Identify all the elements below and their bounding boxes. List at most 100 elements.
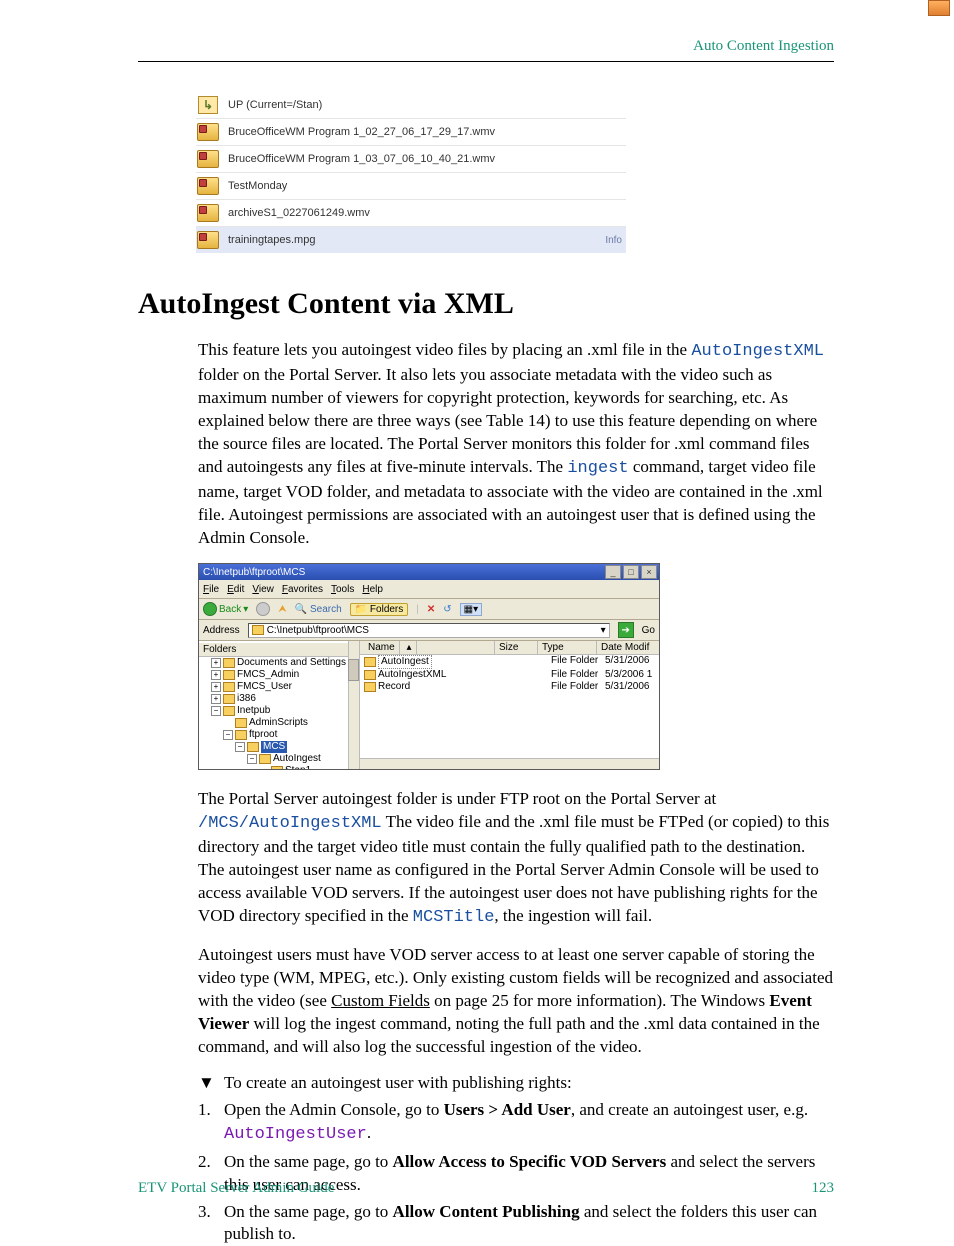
folder-icon	[223, 682, 235, 692]
folder-tree[interactable]: Folders× +Documents and Settings+FMCS_Ad…	[199, 641, 360, 769]
menu-view[interactable]: View	[252, 584, 274, 595]
col-name[interactable]: Name ▴	[360, 641, 495, 654]
back-icon	[203, 602, 217, 616]
tree-node[interactable]: Stan1	[259, 765, 359, 769]
tree-label: i386	[237, 693, 256, 705]
expand-icon[interactable]: −	[235, 742, 245, 752]
footer-page-number: 123	[812, 1180, 835, 1197]
expand-icon[interactable]: −	[211, 706, 221, 716]
list-item[interactable]: BruceOfficeWM Program 1_02_27_06_17_29_1…	[196, 119, 626, 146]
file-row[interactable]: AutoIngestXMLFile Folder5/3/2006 1	[360, 669, 659, 681]
expand-icon[interactable]: −	[247, 754, 257, 764]
folder-icon	[223, 658, 235, 668]
col-date[interactable]: Date Modif	[597, 641, 659, 654]
folder-icon	[196, 121, 220, 143]
expand-icon[interactable]: −	[223, 730, 233, 740]
code-autoingestxml: AutoIngestXML	[691, 342, 824, 361]
explorer-title: C:\Inetpub\ftproot\MCS	[203, 567, 305, 578]
file-name: AutoIngestXML	[364, 669, 517, 681]
tree-node[interactable]: −AutoIngest	[247, 753, 359, 765]
list-item[interactable]: trainingtapes.mpgInfo	[196, 227, 626, 253]
code-ingest: ingest	[567, 459, 628, 478]
tree-node[interactable]: AdminScripts	[223, 717, 359, 729]
expand-icon[interactable]: +	[211, 658, 221, 668]
tree-node[interactable]: +FMCS_Admin	[211, 669, 359, 681]
folder-icon	[223, 694, 235, 704]
file-size	[517, 655, 551, 669]
list-item[interactable]: BruceOfficeWM Program 1_03_07_06_10_40_2…	[196, 146, 626, 173]
tree-title: Folders	[203, 644, 236, 655]
max-button-icon[interactable]: □	[623, 565, 639, 579]
tree-node[interactable]: −ftproot	[223, 729, 359, 741]
file-size	[517, 681, 551, 693]
back-button[interactable]: Back ▾	[203, 602, 248, 616]
tree-node[interactable]: + i386	[211, 693, 359, 705]
menu-help[interactable]: Help	[362, 584, 383, 595]
menu-edit[interactable]: Edit	[227, 584, 244, 595]
tree-label: FMCS_User	[237, 681, 292, 693]
folder-icon	[196, 148, 220, 170]
views-icon[interactable]: ▦▾	[460, 603, 482, 616]
chevron-down-icon[interactable]: ▾	[601, 625, 606, 636]
step-text: Open the Admin Console, go to Users > Ad…	[224, 1099, 834, 1147]
list-item[interactable]: TestMonday	[196, 173, 626, 200]
file-row[interactable]: RecordFile Folder5/31/2006	[360, 681, 659, 693]
tree-node[interactable]: + FMCS_User	[211, 681, 359, 693]
tree-node[interactable]: +Documents and Settings	[211, 657, 359, 669]
section-heading: AutoIngest Content via XML	[138, 287, 834, 321]
address-input[interactable]: C:\Inetpub\ftproot\MCS ▾	[248, 623, 610, 638]
step-number: 3.	[198, 1201, 224, 1246]
search-button[interactable]: 🔍 Search	[295, 604, 342, 615]
scrollbar[interactable]	[348, 641, 359, 769]
col-size[interactable]: Size	[495, 641, 538, 654]
folder-icon	[235, 730, 247, 740]
explorer-addressbar[interactable]: Address C:\Inetpub\ftproot\MCS ▾ ➔ Go	[199, 620, 659, 641]
tree-label: Stan1	[285, 765, 311, 769]
delete-icon[interactable]: ✕	[427, 604, 435, 615]
folder-icon	[364, 657, 376, 667]
menu-file[interactable]: File	[203, 584, 219, 595]
folder-icon	[364, 670, 376, 680]
code-mcstitle: MCSTitle	[413, 908, 495, 927]
explorer-menubar[interactable]: File Edit View Favorites Tools Help	[199, 580, 659, 599]
undo-icon[interactable]: ↺	[443, 604, 451, 615]
file-size	[517, 669, 551, 681]
col-type[interactable]: Type	[538, 641, 597, 654]
forward-icon[interactable]	[256, 602, 270, 616]
header-rule	[138, 61, 834, 62]
column-headers[interactable]: Name ▴ Size Type Date Modif	[360, 641, 659, 655]
menu-favorites[interactable]: Favorites	[282, 584, 323, 595]
toolbar-sep: |	[416, 604, 419, 615]
step-text: On the same page, go to Allow Content Pu…	[224, 1201, 834, 1246]
explorer-toolbar[interactable]: Back ▾ ⮝ 🔍 Search 📁 Folders | ✕ ↺ ▦▾	[199, 599, 659, 620]
file-type: File Folder	[551, 681, 605, 693]
expand-icon[interactable]: +	[211, 682, 221, 692]
folder-icon	[247, 742, 259, 752]
expand-icon[interactable]: +	[211, 694, 221, 704]
tree-node[interactable]: − Inetpub	[211, 705, 359, 717]
menu-tools[interactable]: Tools	[331, 584, 354, 595]
list-item-label: UP (Current=/Stan)	[228, 99, 322, 111]
min-button-icon[interactable]: _	[605, 565, 621, 579]
folders-button[interactable]: 📁 Folders	[350, 603, 409, 616]
task-marker-icon: ▼	[198, 1073, 224, 1093]
link-custom-fields[interactable]: Custom Fields	[331, 991, 430, 1010]
go-label: Go	[642, 625, 655, 636]
h-scrollbar[interactable]	[360, 758, 659, 769]
expand-icon[interactable]: +	[211, 670, 221, 680]
info-label: Info	[605, 235, 626, 246]
windows-logo-icon	[928, 0, 950, 16]
up-icon[interactable]: ⮝	[278, 604, 287, 615]
list-item[interactable]: archiveS1_0227061249.wmv	[196, 200, 626, 227]
file-pane[interactable]: Name ▴ Size Type Date Modif AutoIngestFi…	[360, 641, 659, 769]
close-button-icon[interactable]: ×	[641, 565, 657, 579]
folder-icon	[196, 229, 220, 251]
footer-guide: ETV Portal Server Admin Guide	[138, 1180, 334, 1197]
folder-icon	[196, 175, 220, 197]
list-item[interactable]: ↳UP (Current=/Stan)	[196, 92, 626, 119]
folder-icon	[196, 202, 220, 224]
go-button[interactable]: ➔	[618, 622, 634, 638]
tree-label: Inetpub	[237, 705, 270, 717]
tree-node[interactable]: −MCS	[235, 741, 359, 753]
file-row[interactable]: AutoIngestFile Folder5/31/2006	[360, 655, 659, 669]
